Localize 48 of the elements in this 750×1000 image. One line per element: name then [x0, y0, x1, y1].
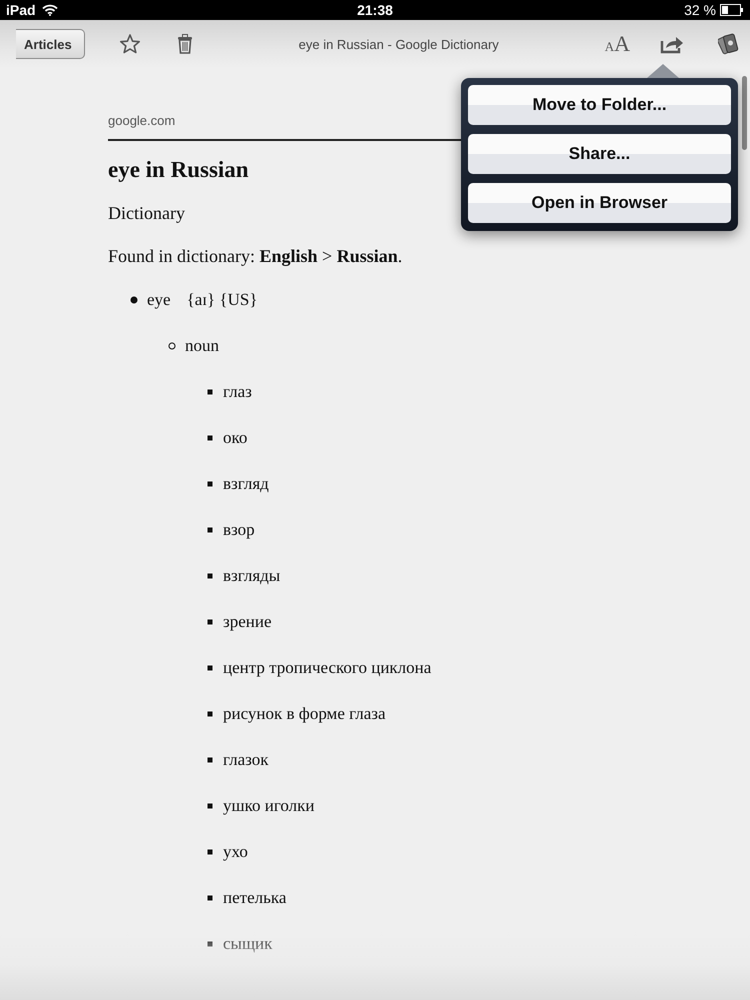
bullet-icon	[206, 940, 214, 948]
bullet-icon	[206, 618, 214, 626]
bullet-icon	[206, 756, 214, 764]
bullet-icon	[206, 434, 214, 442]
bullet-icon	[206, 710, 214, 718]
translation: ухо	[223, 842, 248, 862]
article-title: eye in Russian	[108, 157, 250, 183]
window-title: eye in Russian - Google Dictionary	[298, 36, 500, 52]
device-name: iPad	[6, 2, 36, 18]
entry-term: eye	[147, 290, 171, 310]
status-time: 21:38	[357, 2, 393, 18]
translation: око	[223, 428, 248, 448]
font-size-button[interactable]: AA	[604, 31, 630, 57]
bullet-icon	[206, 572, 214, 580]
bullet-icon	[206, 480, 214, 488]
translation: взор	[223, 520, 255, 540]
trash-icon[interactable]	[176, 34, 193, 54]
translation: взгляд	[223, 474, 269, 494]
translation: глаз	[223, 382, 252, 402]
translation: рисунок в форме глаза	[223, 704, 386, 724]
translation: сыщик	[223, 934, 272, 954]
bullet-icon	[206, 388, 214, 396]
bullet-icon	[168, 342, 176, 350]
cards-icon[interactable]	[718, 32, 740, 56]
section-heading: Dictionary	[108, 203, 185, 224]
part-of-speech: noun	[185, 336, 219, 356]
dictionary-line: Found in dictionary: English > Russian.	[108, 246, 402, 267]
translation: глазок	[223, 750, 269, 770]
menu-item[interactable]: Share...	[468, 134, 731, 174]
wifi-icon	[42, 4, 58, 16]
bullet-icon	[206, 894, 214, 902]
translation: петелька	[223, 888, 286, 908]
translation: ушко иголки	[223, 796, 314, 816]
bullet-icon	[206, 526, 214, 534]
translation: взгляды	[223, 566, 280, 586]
star-icon[interactable]	[118, 33, 141, 55]
share-icon[interactable]	[660, 34, 684, 54]
bullet-icon	[206, 848, 214, 856]
menu-item[interactable]: Move to Folder...	[468, 85, 731, 125]
pronunciation: {aɪ} {US}	[186, 290, 258, 310]
bullet-icon	[130, 296, 138, 304]
bullet-icon	[206, 664, 214, 672]
battery-icon	[720, 4, 744, 16]
translation: зрение	[223, 612, 272, 632]
battery-percentage: 32 %	[684, 2, 716, 18]
menu-item[interactable]: Open in Browser	[468, 183, 731, 223]
translation: центр тропического циклона	[223, 658, 432, 678]
bullet-icon	[206, 802, 214, 810]
